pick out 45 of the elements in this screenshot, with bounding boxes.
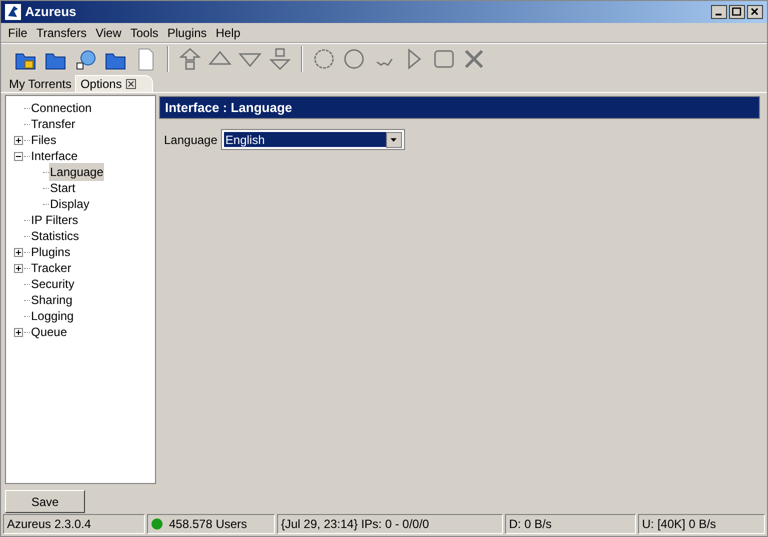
tab[interactable]: Options xyxy=(75,75,153,92)
tree-item[interactable]: Start xyxy=(49,179,76,197)
tree-item[interactable]: Queue xyxy=(30,323,68,341)
double-up-arrow-icon[interactable] xyxy=(177,46,203,72)
status-field: Azureus 2.3.0.4 xyxy=(3,514,145,534)
expand-icon[interactable] xyxy=(14,264,22,272)
field-label: Language xyxy=(164,132,218,148)
status-field: 458.578 Users xyxy=(147,514,275,534)
expand-icon[interactable] xyxy=(14,328,22,336)
menu-item[interactable]: File xyxy=(5,24,30,42)
menu-item[interactable]: Tools xyxy=(127,24,162,42)
tree-item[interactable]: Plugins xyxy=(30,243,72,261)
language-dropdown[interactable]: English xyxy=(221,129,406,150)
tree-item[interactable]: Statistics xyxy=(30,227,80,245)
status-field: {Jul 29, 23:14} IPs: 0 - 0/0/0 xyxy=(277,514,503,534)
menu-item[interactable]: Plugins xyxy=(164,24,210,42)
menu-item[interactable]: Help xyxy=(212,24,244,42)
menu-item[interactable]: Transfers xyxy=(33,24,90,42)
panel-header: Interface : Language xyxy=(159,96,760,119)
window-title: Azureus xyxy=(25,3,76,22)
tree-item[interactable]: Interface xyxy=(30,147,79,165)
tree-item[interactable]: Display xyxy=(49,195,90,213)
minimize-icon[interactable] xyxy=(711,5,727,19)
tree-item[interactable]: Files xyxy=(30,131,58,149)
expand-icon[interactable] xyxy=(14,136,22,144)
tree-item[interactable]: Transfer xyxy=(30,115,76,133)
status-field: U: [40K] 0 B/s xyxy=(638,514,765,534)
close-icon[interactable] xyxy=(747,5,763,19)
menu-item[interactable]: View xyxy=(92,24,124,42)
save-button[interactable]: Save xyxy=(5,490,85,513)
tree-item[interactable]: Language xyxy=(49,163,104,181)
close-icon[interactable] xyxy=(126,79,136,89)
status-field: D: 0 B/s xyxy=(505,514,636,534)
tree-item[interactable]: Sharing xyxy=(30,291,74,309)
tree-item[interactable]: Logging xyxy=(30,307,75,325)
double-down-arrow-icon[interactable] xyxy=(267,46,293,72)
tree-item[interactable]: Security xyxy=(30,275,76,293)
expand-icon[interactable] xyxy=(14,248,22,256)
tree-item[interactable]: Connection xyxy=(30,99,93,117)
collapse-icon[interactable] xyxy=(14,152,22,160)
status-dot-icon xyxy=(151,518,163,530)
tree-item[interactable]: Tracker xyxy=(30,259,72,277)
maximize-icon[interactable] xyxy=(729,5,745,19)
tab[interactable]: My Torrents xyxy=(5,75,76,92)
tree-item[interactable]: IP Filters xyxy=(30,211,80,229)
